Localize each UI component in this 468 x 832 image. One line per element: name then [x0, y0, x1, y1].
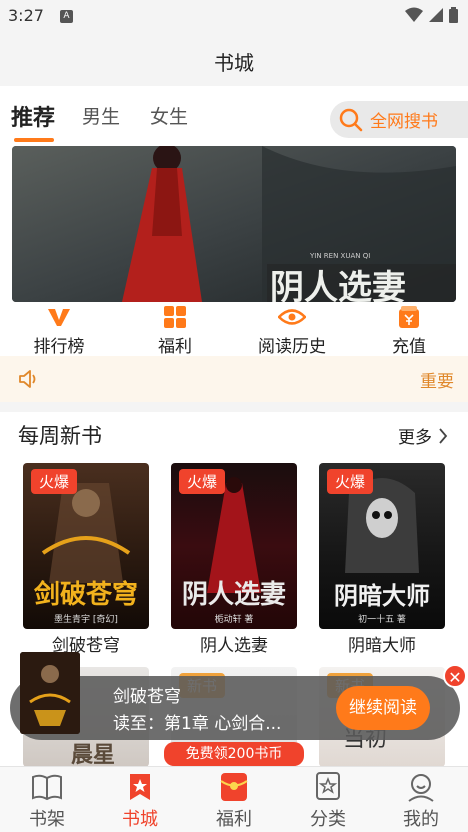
book-card[interactable]: 火爆 剑破苍穹 墨生青宇 [奇幻] 剑破苍穹 — [23, 463, 149, 656]
continue-book-cover — [20, 652, 80, 734]
hot-badge: 火爆 — [31, 469, 78, 494]
cover-title: 阴暗大师 — [334, 581, 430, 610]
status-time: 3:27 — [8, 6, 44, 25]
cover-author: 初一十五 著 — [358, 615, 406, 625]
cover-title: 阴人选妻 — [181, 580, 286, 610]
bookshelf-icon — [32, 774, 62, 801]
tab-male[interactable]: 男生 — [82, 102, 120, 129]
featured-banner[interactable]: 阴人选妻 YIN REN XUAN QI — [12, 146, 456, 302]
cover-author: 栀动轩 著 — [214, 615, 254, 625]
book-card[interactable]: 火爆 阴暗大师 初一十五 著 阴暗大师 — [319, 463, 445, 656]
quick-nav: 排行榜 福利 阅读历史 充值 — [0, 302, 468, 357]
gift-envelope-icon — [220, 773, 248, 801]
book-title: 阴暗大师 — [348, 636, 416, 656]
tab-recommend[interactable]: 推荐 — [11, 100, 55, 132]
hot-badge: 火爆 — [179, 469, 226, 494]
more-link[interactable]: 更多 — [398, 423, 448, 448]
nav-welfare[interactable]: 福利 — [194, 771, 274, 831]
cover-title: 剑破苍穹 — [33, 580, 138, 610]
battery-icon — [449, 7, 458, 23]
continue-progress: 读至：第1章 心剑合... — [113, 714, 282, 734]
cover-art — [20, 652, 80, 734]
bottom-nav: 书架 书城 福利 分类 我的 — [0, 766, 468, 832]
profile-icon — [408, 774, 434, 802]
nav-profile-label: 我的 — [403, 809, 439, 830]
search-label: 全网搜书 — [370, 112, 438, 132]
section-divider — [0, 402, 468, 412]
cover-author: 墨生青宇 [奇幻] — [54, 615, 118, 625]
quick-nav-rank-label: 排行榜 — [33, 337, 85, 357]
banner-title: 阴人选妻 — [270, 268, 406, 302]
book-title: 阴人选妻 — [200, 636, 268, 656]
cover-title: 晨星 — [71, 742, 116, 767]
nav-welfare-label: 福利 — [216, 809, 252, 830]
close-icon[interactable]: ✕ — [443, 664, 467, 688]
nav-category[interactable]: 分类 — [288, 771, 368, 831]
more-label: 更多 — [398, 428, 432, 448]
bookstore-star-icon — [130, 774, 150, 800]
free-coins-banner[interactable]: 免费领200书币 — [164, 742, 304, 766]
notification-a-icon: A — [60, 10, 73, 23]
notice-text: 重要 — [420, 372, 454, 392]
active-tab-indicator — [14, 138, 54, 142]
tab-female[interactable]: 女生 — [150, 102, 188, 129]
banner-subtitle: YIN REN XUAN QI — [310, 252, 371, 260]
category-star-icon — [316, 772, 340, 800]
book-cover: 火爆 阴人选妻 栀动轩 著 — [171, 463, 297, 629]
wallet-icon — [399, 306, 419, 328]
signal-icon — [429, 8, 443, 22]
rank-v-icon — [48, 309, 70, 326]
quick-nav-rank[interactable]: 排行榜 — [4, 302, 114, 357]
continue-book-title: 剑破苍穹 — [113, 687, 181, 707]
book-card[interactable]: 火爆 阴人选妻 栀动轩 著 阴人选妻 — [171, 463, 297, 656]
category-tabs: 推荐 男生 女生 全网搜书 — [0, 88, 468, 148]
nav-bookstore-label: 书城 — [122, 809, 158, 830]
search-button[interactable]: 全网搜书 — [330, 101, 468, 138]
continue-reading-bar[interactable]: 剑破苍穹 读至：第1章 心剑合... 继续阅读 — [10, 652, 460, 740]
page-title: 书城 — [214, 51, 254, 75]
status-icons — [405, 7, 458, 23]
nav-profile[interactable]: 我的 — [381, 771, 461, 831]
quick-nav-recharge-label: 充值 — [392, 337, 426, 357]
quick-nav-history-label: 阅读历史 — [258, 337, 326, 357]
section-title: 每周新书 — [18, 424, 102, 448]
continue-reading-button[interactable]: 继续阅读 — [336, 686, 430, 730]
search-icon — [339, 108, 363, 131]
book-cover: 火爆 阴暗大师 初一十五 著 — [319, 463, 445, 629]
notice-bar[interactable]: 重要 — [0, 356, 468, 402]
app-header: 书城 — [0, 34, 468, 86]
nav-bookstore[interactable]: 书城 — [100, 771, 180, 831]
chevron-right-icon — [439, 427, 448, 444]
nav-bookshelf[interactable]: 书架 — [7, 771, 87, 831]
quick-nav-history[interactable]: 阅读历史 — [237, 302, 347, 357]
speaker-icon — [19, 370, 36, 388]
eye-icon — [278, 309, 306, 325]
quick-nav-recharge[interactable]: 充值 — [354, 302, 464, 357]
wifi-icon — [405, 7, 423, 22]
nav-category-label: 分类 — [310, 809, 346, 830]
book-cover: 火爆 剑破苍穹 墨生青宇 [奇幻] — [23, 463, 149, 629]
quick-nav-welfare[interactable]: 福利 — [120, 302, 230, 357]
nav-bookshelf-label: 书架 — [29, 809, 65, 830]
hot-badge: 火爆 — [327, 469, 374, 494]
quick-nav-welfare-label: 福利 — [158, 337, 192, 357]
status-bar: 3:27 A — [0, 0, 468, 34]
grid-icon — [164, 306, 186, 328]
